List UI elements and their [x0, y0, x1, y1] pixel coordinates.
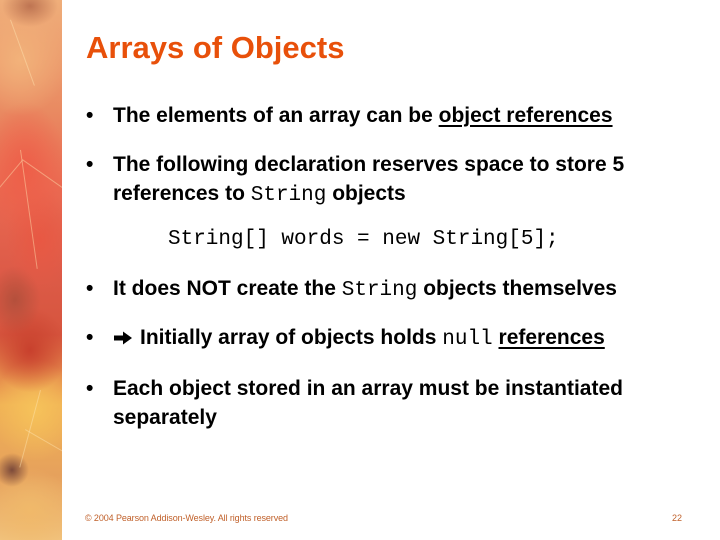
bullet-item: • The following declaration reserves spa…: [86, 150, 624, 210]
bullet-text-part: Initially array of objects holds: [140, 326, 443, 349]
slide: Arrays of Objects • The elements of an a…: [0, 0, 720, 540]
bullet-item: • The elements of an array can be object…: [86, 101, 613, 130]
bullet-text: The elements of an array can be object r…: [113, 101, 613, 130]
bullet-item: • Initially array of objects holds null …: [86, 323, 605, 354]
bullet-text-part: It does NOT create the: [113, 277, 342, 300]
bullet-text-part: objects: [326, 182, 406, 205]
bullet-text-part: references to: [113, 182, 251, 205]
bullet-marker: •: [86, 326, 94, 349]
slide-title: Arrays of Objects: [86, 30, 345, 65]
bullet-text-line: The following declaration reserves space…: [113, 153, 625, 176]
inline-code: String: [250, 184, 327, 207]
bullet-item: • It does NOT create the String objects …: [86, 274, 617, 305]
inline-code: String: [341, 279, 418, 302]
bullet-marker: •: [86, 104, 94, 127]
bullet-text-part: The elements of an array can be: [113, 104, 439, 127]
autumn-leaves-decoration: [0, 0, 62, 540]
bullet-marker: •: [86, 153, 94, 176]
bullet-text-line: references to String objects: [113, 179, 624, 210]
right-arrow-icon: [114, 331, 132, 345]
bullet-marker: •: [86, 277, 94, 300]
code-example: String[] words = new String[5];: [168, 228, 559, 251]
bullet-marker: •: [86, 377, 94, 400]
bullet-text-line: separately: [113, 406, 217, 429]
bullet-item: • Each object stored in an array must be…: [86, 374, 623, 432]
bullet-text-part: objects themselves: [417, 277, 617, 300]
emphasized-term: references: [498, 326, 605, 349]
bullet-text: It does NOT create the String objects th…: [113, 274, 617, 305]
emphasized-term: object references: [438, 104, 613, 127]
footer-copyright: © 2004 Pearson Addison-Wesley. All right…: [85, 513, 288, 523]
page-number: 22: [672, 513, 683, 523]
inline-code: null: [442, 328, 493, 351]
bullet-text-line: Each object stored in an array must be i…: [113, 377, 623, 400]
bullet-text: Initially array of objects holds null re…: [113, 323, 605, 354]
